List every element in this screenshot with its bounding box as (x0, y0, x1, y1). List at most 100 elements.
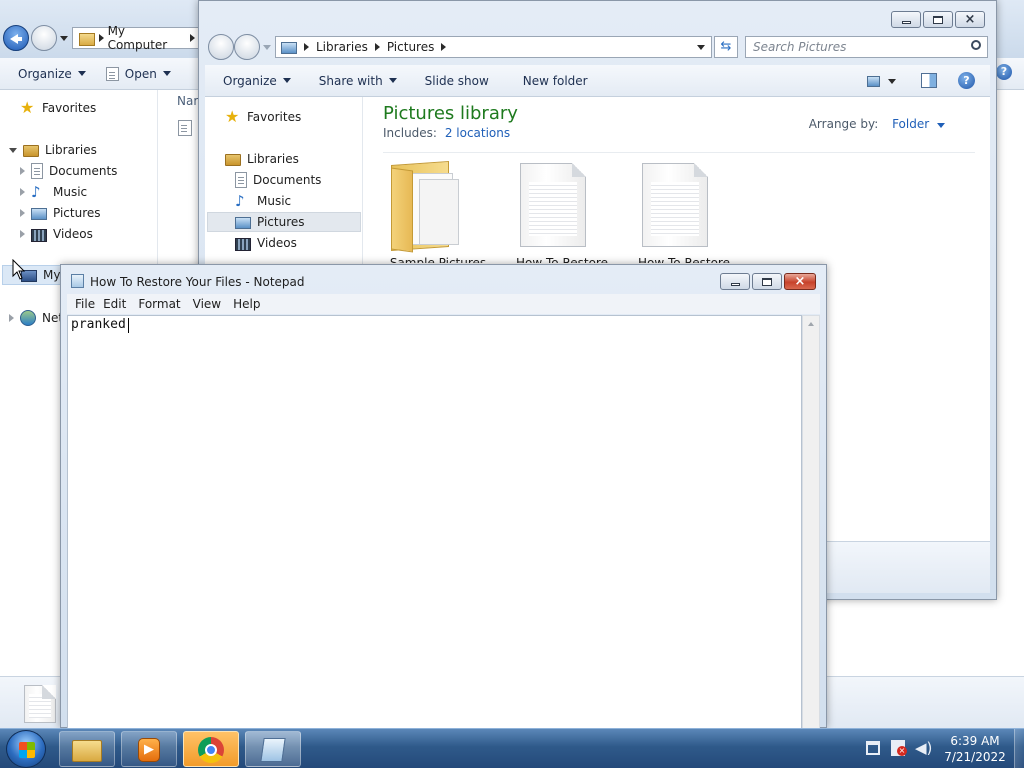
nav-label: Libraries (247, 152, 299, 166)
view-icon (867, 75, 880, 87)
slide-show-button[interactable]: Slide show (415, 70, 499, 92)
scroll-up-arrow-icon[interactable] (808, 322, 814, 326)
chrome-icon (198, 737, 224, 763)
file-item-sample-pictures[interactable]: Sample Pictures (389, 159, 489, 269)
organize-button[interactable]: Organize (213, 70, 301, 92)
organize-button[interactable]: Organize (8, 63, 96, 85)
nav-item-music[interactable]: ♪ Music (20, 182, 87, 202)
back-button[interactable] (208, 34, 234, 60)
breadcrumb-pictures[interactable]: Pictures (387, 40, 435, 54)
change-view-button[interactable] (867, 73, 901, 89)
notepad-vertical-scrollbar[interactable] (802, 315, 820, 729)
maximize-button[interactable] (752, 273, 782, 290)
file-item-label: Sample Pictures (389, 256, 487, 263)
address-bar[interactable]: Libraries Pictures (275, 36, 712, 58)
volume-icon[interactable]: ◀) (915, 739, 932, 757)
share-with-button[interactable]: Share with (309, 70, 407, 92)
clock[interactable]: 6:39 AM 7/21/2022 (940, 733, 1010, 765)
file-item-how-to-restore-2[interactable]: How To Restore (633, 159, 743, 269)
notepad-text-area[interactable]: pranked (67, 315, 802, 729)
recent-pages-dropdown-icon[interactable] (263, 45, 271, 50)
preview-pane-button[interactable] (921, 73, 937, 88)
file-icon[interactable] (178, 120, 192, 136)
arrange-by: Arrange by: Folder (809, 117, 945, 131)
menu-edit[interactable]: Edit (103, 297, 134, 311)
maximize-icon (933, 15, 943, 24)
show-desktop-button[interactable] (1014, 729, 1024, 768)
search-input[interactable]: Search Pictures (753, 40, 846, 54)
nav-item-documents[interactable]: Documents (235, 170, 321, 190)
minimize-icon (901, 21, 911, 24)
minimize-button[interactable] (720, 273, 750, 290)
help-icon[interactable]: ? (958, 72, 975, 89)
taskbar-windows-explorer[interactable] (59, 731, 115, 767)
nav-item-favorites[interactable]: ★ Favorites (225, 107, 301, 127)
breadcrumb-libraries[interactable]: Libraries (316, 40, 368, 54)
column-header-name[interactable]: Nar (177, 94, 198, 108)
back-button[interactable] (3, 25, 29, 51)
open-button[interactable]: Open (96, 63, 181, 85)
expand-arrow-icon[interactable] (20, 209, 25, 217)
file-item-how-to-restore-1[interactable]: How To Restore (511, 159, 621, 269)
nav-item-favorites[interactable]: ★ Favorites (20, 98, 96, 118)
windows-logo-icon (19, 742, 35, 758)
menu-file[interactable]: File (67, 297, 103, 311)
help-icon[interactable]: ? (996, 64, 1012, 80)
explorer-caption-buttons: × (891, 11, 985, 28)
menu-help[interactable]: Help (229, 297, 268, 311)
breadcrumb-separator-icon (304, 43, 309, 51)
folder-icon (72, 740, 102, 762)
media-player-icon: ▶ (138, 738, 160, 762)
videos-icon (31, 228, 47, 242)
explorer-back-address-bar[interactable]: My Computer (72, 24, 200, 52)
maximize-button[interactable] (923, 11, 953, 28)
nav-item-libraries[interactable]: Libraries (225, 149, 299, 169)
nav-label: Pictures (257, 215, 305, 229)
network-tray-icon[interactable] (866, 741, 880, 755)
nav-item-pictures[interactable]: Pictures (207, 212, 361, 232)
refresh-button[interactable]: ⇆ (714, 36, 738, 58)
nav-item-videos[interactable]: Videos (235, 233, 297, 253)
expand-arrow-icon[interactable] (9, 314, 14, 322)
collapse-arrow-icon[interactable] (9, 147, 17, 153)
selected-file-thumbnail (24, 685, 56, 723)
close-button[interactable]: × (955, 11, 985, 28)
expand-arrow-icon[interactable] (20, 230, 25, 238)
new-folder-label: New folder (522, 73, 588, 88)
expand-arrow-icon[interactable] (20, 167, 25, 175)
share-with-label: Share with (318, 73, 383, 88)
locations-link[interactable]: 2 locations (445, 126, 510, 140)
folder-icon (79, 32, 95, 46)
expand-arrow-icon[interactable] (20, 188, 25, 196)
close-button[interactable]: × (784, 273, 816, 290)
action-center-warning-icon[interactable]: × (891, 740, 907, 756)
address-history-dropdown-icon[interactable] (697, 45, 705, 50)
nav-item-videos[interactable]: Videos (20, 224, 93, 244)
nav-item-libraries[interactable]: Libraries (9, 140, 97, 160)
taskbar-media-player[interactable]: ▶ (121, 731, 177, 767)
nav-item-documents[interactable]: Documents (20, 161, 117, 181)
taskbar-chrome[interactable] (183, 731, 239, 767)
nav-label: Music (53, 185, 88, 199)
recent-pages-dropdown-icon[interactable] (60, 36, 68, 41)
explorer-toolbar: Organize Share with Slide show New folde… (205, 65, 990, 97)
forward-button[interactable] (31, 25, 57, 51)
chevron-down-icon (162, 71, 171, 76)
nav-item-network[interactable]: Net (9, 308, 63, 328)
text-file-icon (520, 163, 586, 247)
text-file-icon (642, 163, 708, 247)
arrange-dropdown[interactable]: Folder (892, 117, 945, 131)
menu-view[interactable]: View (189, 297, 229, 311)
forward-button[interactable] (234, 34, 260, 60)
new-folder-button[interactable]: New folder (513, 70, 598, 92)
minimize-button[interactable] (891, 11, 921, 28)
start-button[interactable] (6, 730, 46, 768)
taskbar-notepad[interactable] (245, 731, 301, 767)
nav-item-music[interactable]: ♪ Music (235, 191, 291, 211)
chevron-down-icon (937, 123, 945, 128)
nav-item-pictures[interactable]: Pictures (20, 203, 101, 223)
notepad-window: How To Restore Your Files - Notepad × Fi… (60, 264, 827, 729)
notepad-caption-buttons: × (720, 273, 816, 290)
search-box[interactable]: Search Pictures (745, 36, 988, 58)
menu-format[interactable]: Format (134, 297, 188, 311)
